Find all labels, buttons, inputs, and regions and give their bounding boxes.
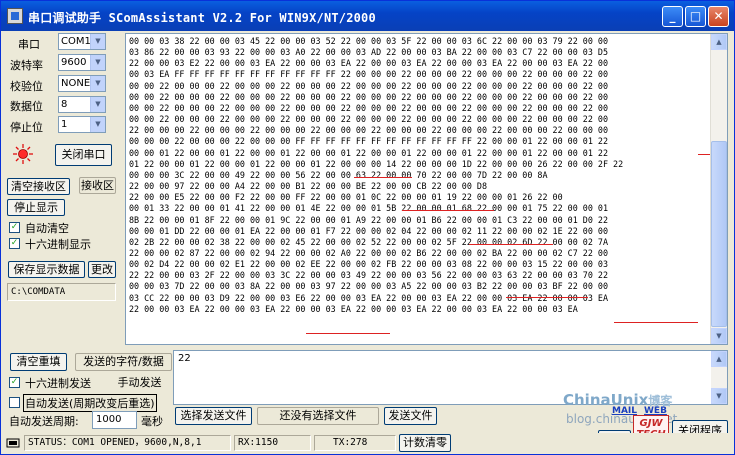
- chevron-down-icon[interactable]: ▼: [90, 55, 105, 70]
- send-file-button[interactable]: 发送文件: [384, 407, 437, 425]
- receive-line: 22 00 00 03 EA 22 00 00 03 EA 22 00 00 0…: [129, 303, 578, 314]
- maximize-button[interactable]: □: [685, 6, 706, 27]
- port-value: COM1: [61, 36, 91, 47]
- port-status-led-icon: [13, 144, 33, 164]
- receive-line: 00 00 22 00 00 00 22 00 00 00 22 00 00 0…: [129, 114, 609, 125]
- stop-display-button[interactable]: 停止显示: [7, 199, 65, 216]
- chevron-down-icon[interactable]: ▼: [90, 117, 105, 132]
- databits-value: 8: [61, 99, 68, 110]
- close-button[interactable]: ✕: [708, 6, 729, 27]
- receive-line: 00 00 22 00 00 00 22 00 00 00 22 00 00 0…: [129, 80, 609, 91]
- receive-area-label: 接收区: [79, 177, 116, 194]
- save-path-field: C:\COMDATA: [7, 283, 116, 301]
- receive-line: 02 2B 22 00 00 02 38 22 00 00 02 45 22 0…: [129, 236, 609, 247]
- receive-line: 00 00 00 22 00 00 00 22 00 00 00 FF FF F…: [129, 136, 609, 147]
- databits-select[interactable]: 8 ▼: [58, 96, 106, 113]
- port-select[interactable]: COM1 ▼: [58, 33, 106, 50]
- highlight-underline: [354, 177, 412, 178]
- receive-line: 00 00 01 DD 22 00 00 01 EA 22 00 00 01 F…: [129, 225, 609, 236]
- stopbits-label: 停止位: [10, 121, 43, 134]
- hex-send-label: 十六进制发送: [25, 377, 91, 390]
- receive-line: 00 00 00 3C 22 00 00 49 22 00 00 56 22 0…: [129, 169, 548, 180]
- highlight-underline: [306, 333, 390, 334]
- clear-reset-button[interactable]: 清空重填: [10, 353, 67, 371]
- parity-select[interactable]: NONE ▼: [58, 75, 106, 92]
- receive-scrollbar[interactable]: ▲ ▼: [710, 34, 727, 344]
- period-unit-label: 毫秒: [141, 415, 163, 428]
- port-label: 串口: [18, 38, 40, 51]
- receive-line: 22 00 00 02 87 22 00 00 02 94 22 00 00 0…: [129, 247, 609, 258]
- close-port-button[interactable]: 关闭串口: [55, 144, 112, 166]
- receive-line: 00 00 22 00 00 00 22 00 00 00 22 00 00 0…: [129, 91, 609, 102]
- receive-line: 8B 22 00 00 01 8F 22 00 00 01 9C 22 00 0…: [129, 214, 609, 225]
- send-scrollbar[interactable]: ▲ ▼: [711, 351, 727, 404]
- reset-count-button[interactable]: 计数清零: [399, 434, 451, 452]
- stopbits-value: 1: [61, 119, 68, 130]
- status-text: STATUS：COM1 OPENED，9600,N,8,1: [24, 435, 231, 451]
- receive-line: 03 CC 22 00 00 03 D9 22 00 00 03 E6 22 0…: [129, 292, 609, 303]
- receive-line: 00 00 01 22 00 00 01 22 00 00 01 22 00 0…: [129, 147, 609, 158]
- receive-line: 00 01 33 22 00 00 01 41 22 00 00 01 4E 2…: [129, 203, 609, 214]
- receive-line: 22 00 00 97 22 00 00 A4 22 00 00 B1 22 0…: [129, 181, 487, 192]
- rx-counter: RX:1150: [234, 435, 311, 451]
- highlight-underline: [469, 244, 553, 245]
- chevron-down-icon[interactable]: ▼: [90, 76, 105, 91]
- databits-label: 数据位: [10, 100, 43, 113]
- tx-counter: TX:278: [314, 435, 396, 451]
- status-bar: STATUS：COM1 OPENED，9600,N,8,1 RX:1150 TX…: [1, 433, 734, 454]
- hex-send-checkbox[interactable]: ✓: [9, 377, 20, 388]
- title-bar[interactable]: 串口调试助手 SComAssistant V2.2 For WIN9X/NT/2…: [1, 1, 734, 31]
- scroll-up-icon[interactable]: ▲: [711, 34, 727, 50]
- chevron-down-icon[interactable]: ▼: [90, 34, 105, 49]
- scroll-up-icon[interactable]: ▲: [711, 351, 727, 367]
- serial-port-icon: [6, 438, 20, 448]
- receive-line: 00 00 03 7D 22 00 00 03 8A 22 00 00 03 9…: [129, 281, 609, 292]
- scroll-thumb[interactable]: [711, 141, 727, 327]
- baud-value: 9600: [61, 57, 87, 68]
- hex-display-checkbox[interactable]: ✓: [9, 238, 20, 249]
- scroll-down-icon[interactable]: ▼: [711, 388, 727, 404]
- hex-display-label: 十六进制显示: [25, 238, 91, 251]
- receive-line: 00 03 EA FF FF FF FF FF FF FF FF FF FF F…: [129, 69, 609, 80]
- clear-receive-button[interactable]: 清空接收区: [7, 178, 70, 195]
- minimize-button[interactable]: _: [662, 6, 683, 27]
- auto-send-period-input[interactable]: 1000: [92, 411, 137, 429]
- manual-send-button[interactable]: 手动发送: [111, 374, 168, 392]
- send-content: 22: [178, 353, 191, 364]
- parity-label: 校验位: [10, 80, 43, 93]
- receive-line: 01 22 00 00 01 22 00 00 01 22 00 00 01 2…: [129, 158, 624, 169]
- auto-send-period-label: 自动发送周期:: [9, 415, 79, 428]
- scroll-down-icon[interactable]: ▼: [711, 328, 727, 344]
- receive-line: 22 00 00 00 22 00 00 00 22 00 00 00 22 0…: [129, 125, 609, 136]
- baud-label: 波特率: [10, 59, 43, 72]
- window-title: 串口调试助手 SComAssistant V2.2 For WIN9X/NT/2…: [28, 11, 376, 25]
- auto-clear-checkbox[interactable]: ✓: [9, 222, 20, 233]
- send-chars-label: 发送的字符/数据: [75, 353, 172, 371]
- highlight-underline: [614, 322, 698, 323]
- receive-line: 00 00 22 00 00 00 22 00 00 00 22 00 00 0…: [129, 102, 609, 113]
- highlight-underline: [506, 297, 588, 298]
- app-window: 串口调试助手 SComAssistant V2.2 For WIN9X/NT/2…: [0, 0, 735, 455]
- receive-line: 00 02 D4 22 00 00 02 E1 22 00 00 02 EE 2…: [129, 259, 609, 270]
- receive-line: 22 22 00 00 03 2F 22 00 00 03 3C 22 00 0…: [129, 270, 609, 281]
- receive-line: 00 00 03 38 22 00 00 03 45 22 00 00 03 5…: [129, 36, 609, 46]
- baud-select[interactable]: 9600 ▼: [58, 54, 106, 71]
- select-send-file-button[interactable]: 选择发送文件: [175, 407, 252, 425]
- receive-line: 22 00 00 03 E2 22 00 00 03 EA 22 00 00 0…: [129, 58, 609, 69]
- receive-line: 03 86 22 00 00 03 93 22 00 00 03 A0 22 0…: [129, 47, 609, 58]
- chevron-down-icon[interactable]: ▼: [90, 97, 105, 112]
- auto-send-label: 自动发送(周期改变后重选): [23, 394, 157, 412]
- receive-content: 00 00 03 38 22 00 00 03 45 22 00 00 03 5…: [129, 36, 707, 315]
- save-display-button[interactable]: 保存显示数据: [8, 261, 85, 278]
- auto-send-checkbox[interactable]: [9, 397, 20, 408]
- receive-line: 22 00 00 E5 22 00 00 F2 22 00 00 FF 22 0…: [129, 192, 563, 203]
- highlight-underline: [402, 210, 494, 211]
- stopbits-select[interactable]: 1 ▼: [58, 116, 106, 133]
- receive-text-area[interactable]: 00 00 03 38 22 00 00 03 45 22 00 00 03 5…: [125, 33, 728, 345]
- auto-clear-label: 自动清空: [25, 222, 69, 235]
- change-path-button[interactable]: 更改: [88, 261, 116, 278]
- parity-value: NONE: [61, 78, 91, 89]
- app-icon: [7, 8, 23, 24]
- selected-file-label: 还没有选择文件: [257, 407, 379, 425]
